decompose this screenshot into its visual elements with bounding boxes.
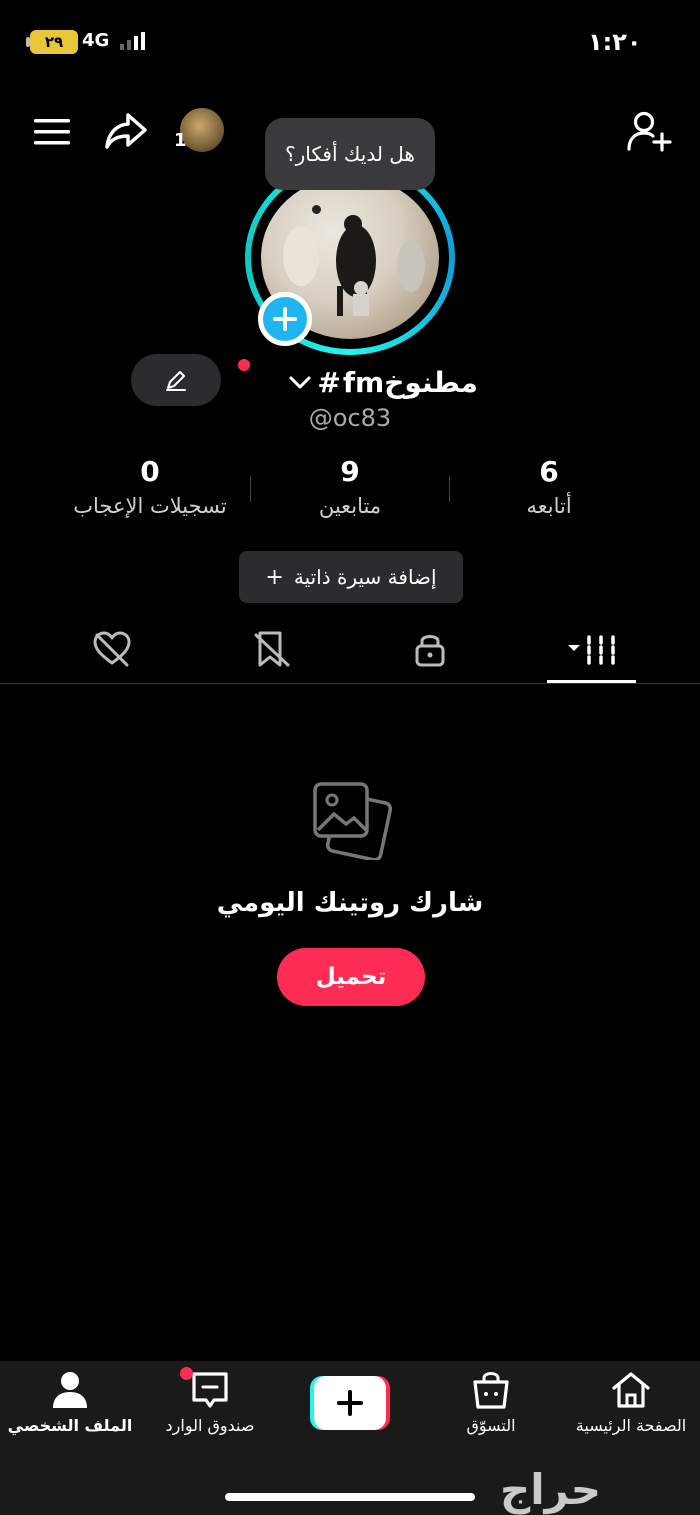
share-arrow-icon (105, 113, 147, 149)
tabs-divider (0, 683, 700, 684)
chevron-down-icon (289, 376, 311, 389)
hamburger-icon (34, 119, 70, 145)
nav-shop[interactable]: التسوّق (421, 1370, 561, 1450)
nav-shop-label: التسوّق (466, 1416, 516, 1435)
nav-inbox[interactable]: صندوق الوارد (140, 1370, 280, 1450)
likes-count: 0 (140, 455, 160, 488)
status-time: ١:٢٠ (588, 28, 642, 56)
add-bio-button[interactable]: إضافة سيرة ذاتية + (239, 551, 463, 603)
grid-icon (567, 635, 615, 665)
friend-avatar[interactable] (180, 108, 224, 152)
empty-state-title: شارك روتينك اليومي (216, 888, 484, 918)
followers-count: 9 (340, 455, 360, 488)
inbox-icon (192, 1372, 228, 1408)
nav-profile-label: الملف الشخصي (7, 1416, 133, 1435)
tab-private[interactable] (400, 622, 460, 676)
followers-label: متابعين (318, 494, 382, 518)
upload-label: تحميل (315, 964, 387, 990)
username-row[interactable]: مطنوخfm # (248, 360, 478, 404)
create-plus-icon (310, 1376, 390, 1430)
add-bio-plus: + (265, 564, 284, 590)
shopping-bag-icon (473, 1372, 509, 1409)
profile-person-icon (53, 1372, 87, 1408)
stat-divider (250, 476, 251, 502)
signal-icon (120, 32, 145, 50)
nav-home-label: الصفحة الرئيسية (575, 1416, 687, 1435)
nav-profile[interactable]: الملف الشخصي (0, 1370, 140, 1450)
heart-hidden-icon (93, 631, 131, 667)
tab-videos[interactable] (547, 622, 636, 676)
tab-reposts[interactable] (242, 622, 302, 676)
create-button[interactable] (310, 1376, 390, 1430)
photo-gallery-icon (313, 782, 392, 860)
username-handle: @oc83 (308, 404, 392, 432)
following-label: أتابعه (526, 494, 572, 518)
battery-level: ٢٩ (44, 33, 64, 51)
display-name: مطنوخfm (342, 365, 478, 399)
add-story-button[interactable] (258, 292, 312, 346)
home-indicator[interactable] (225, 1493, 475, 1501)
likes-stat[interactable]: 0 تسجيلات الإعجاب (50, 455, 250, 518)
add-user-icon (627, 111, 672, 152)
haraj-watermark: حراج (500, 1465, 602, 1514)
upload-button[interactable]: تحميل (277, 948, 425, 1006)
name-symbol: # (317, 365, 341, 399)
ideas-tooltip[interactable]: هل لديك أفكار؟ (265, 118, 435, 190)
bookmark-eye-icon (254, 631, 290, 667)
tooltip-pointer (312, 205, 321, 214)
home-icon (612, 1372, 650, 1408)
nav-inbox-label: صندوق الوارد (165, 1416, 255, 1435)
likes-label: تسجيلات الإعجاب (73, 494, 227, 518)
menu-button[interactable] (30, 112, 74, 152)
network-type: 4G (82, 30, 110, 51)
inbox-notification-dot (180, 1367, 193, 1380)
tab-liked[interactable] (82, 622, 142, 676)
add-friend-button[interactable] (624, 108, 674, 154)
battery-indicator: ٢٩ (30, 30, 78, 54)
plus-icon (273, 307, 297, 331)
friends-count: 1 (174, 130, 187, 151)
share-button[interactable] (102, 108, 150, 154)
edit-profile-button[interactable] (131, 354, 221, 406)
following-stat[interactable]: 6 أتابعه (449, 455, 649, 518)
add-bio-label: إضافة سيرة ذاتية (293, 565, 437, 589)
lock-icon (415, 635, 445, 667)
nav-home[interactable]: الصفحة الرئيسية (561, 1370, 700, 1450)
following-count: 6 (539, 455, 559, 488)
pencil-icon (166, 371, 186, 391)
tooltip-text: هل لديك أفكار؟ (285, 142, 415, 166)
followers-stat[interactable]: 9 متابعين (250, 455, 450, 518)
